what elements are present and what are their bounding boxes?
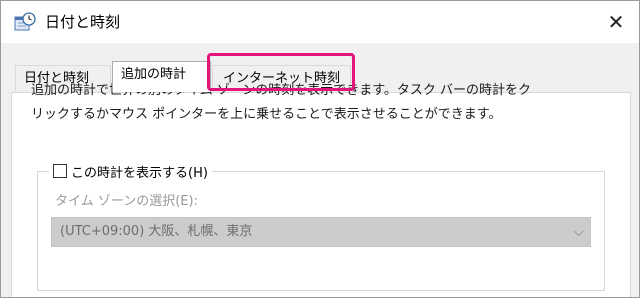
tab-highlight-box: [207, 53, 355, 91]
tab-label: 追加の時計: [121, 67, 187, 82]
date-time-dialog: 日付と時刻 ✕ 日付と時刻 追加の時計 インターネット時刻 追加の時計で世界の別…: [0, 0, 640, 298]
title-bar: 日付と時刻 ✕: [1, 1, 639, 43]
close-icon: ✕: [607, 10, 625, 34]
show-clock-label: この時計を表示する(H): [71, 165, 208, 181]
timezone-select[interactable]: (UTC+09:00) 大阪、札幌、東京 ⌵: [51, 217, 591, 247]
close-button[interactable]: ✕: [593, 1, 639, 43]
window-title: 日付と時刻: [45, 13, 121, 31]
description-line: リックするかマウス ポインターを上に乗せることで表示させることができます。: [31, 107, 502, 122]
tab-additional-clocks[interactable]: 追加の時計: [112, 61, 211, 92]
show-clock-checkbox-row[interactable]: この時計を表示する(H): [49, 161, 212, 181]
date-time-icon: [14, 12, 36, 32]
timezone-label: タイム ゾーンの選択(E):: [55, 194, 198, 209]
chevron-down-icon: ⌵: [573, 224, 584, 240]
show-clock-checkbox[interactable]: [53, 164, 67, 178]
timezone-value: (UTC+09:00) 大阪、札幌、東京: [60, 224, 253, 239]
